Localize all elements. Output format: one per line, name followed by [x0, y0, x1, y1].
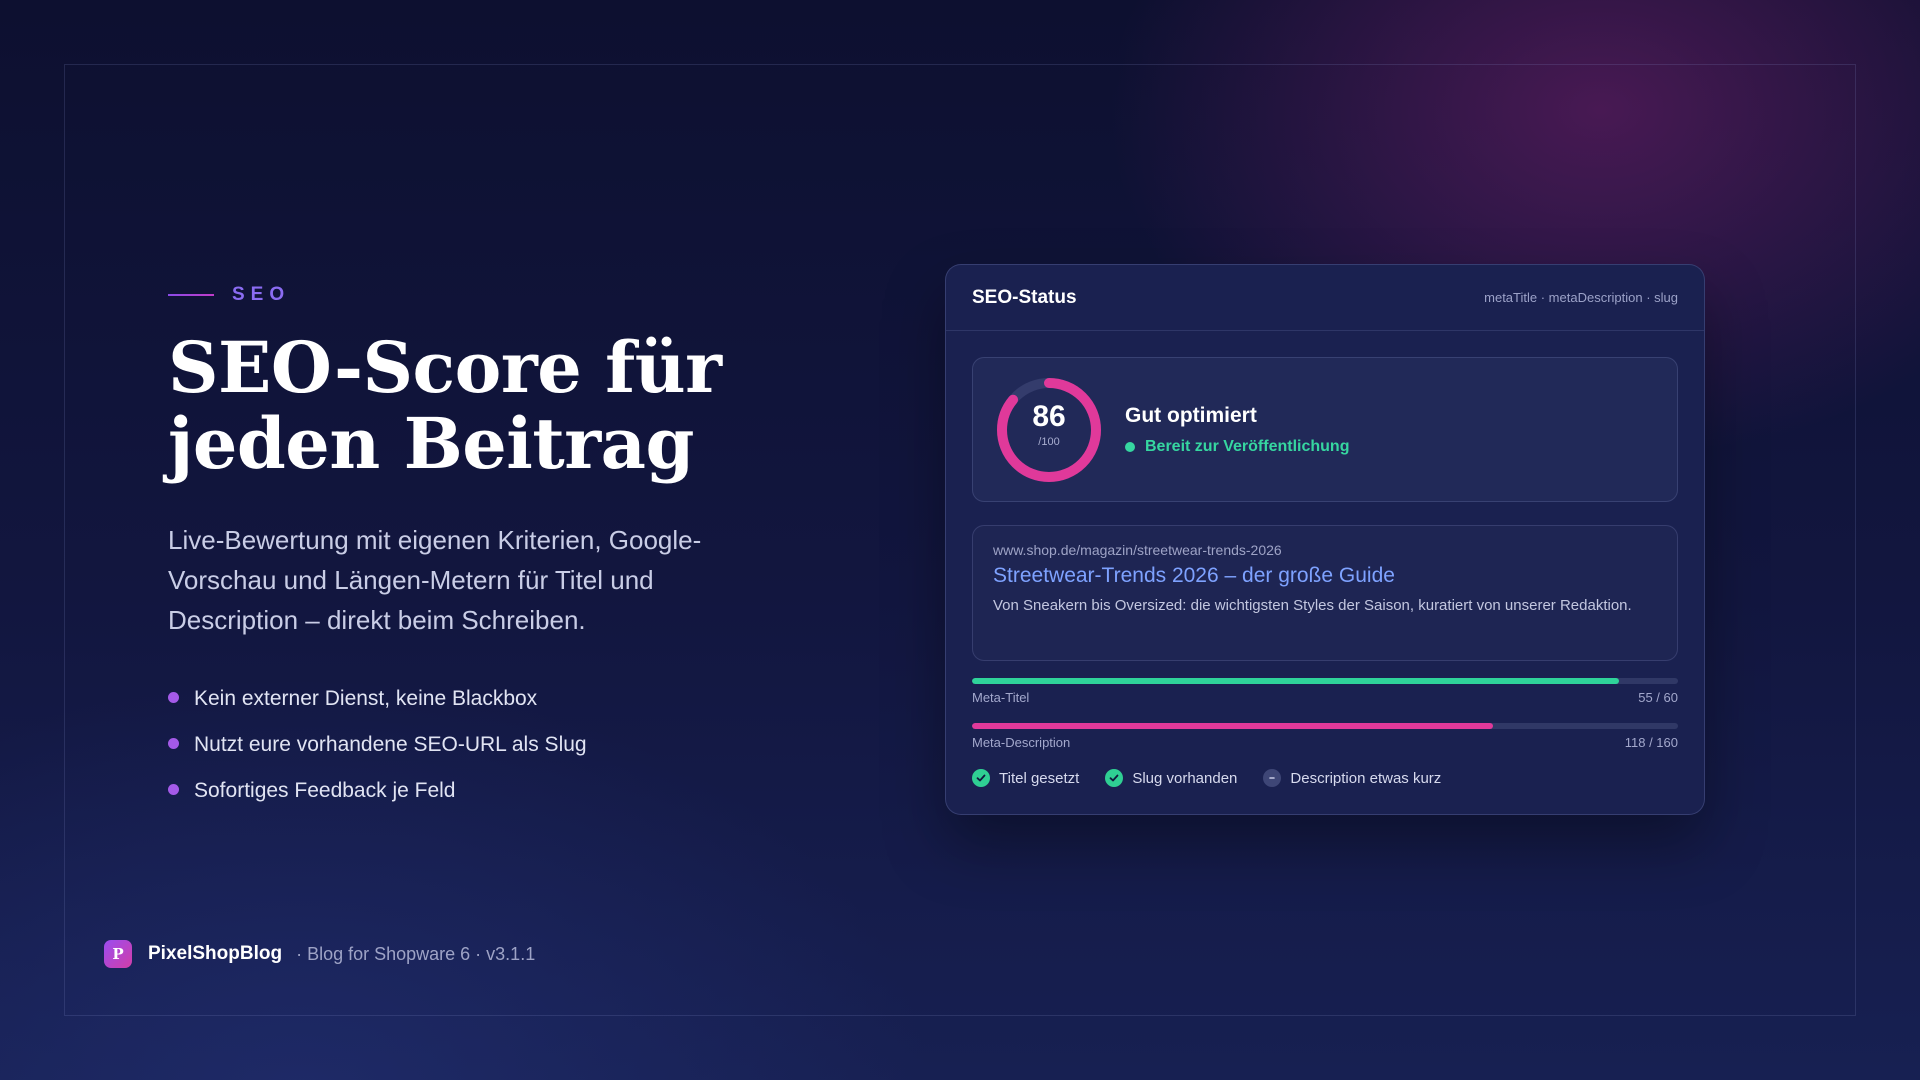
check-label: Description etwas kurz — [1290, 769, 1442, 787]
brand-logo: P — [104, 940, 132, 968]
meter-fill — [972, 723, 1493, 729]
card-title: SEO-Status — [972, 286, 1077, 308]
score-max: /100 — [1038, 436, 1060, 448]
feature-text: Kein externer Dienst, keine Blackbox — [194, 687, 538, 710]
feature-item: Nutzt eure vorhandene SEO-URL als Slug — [168, 722, 587, 768]
card-header: SEO-Status metaTitle · metaDescription ·… — [946, 265, 1704, 331]
section-eyebrow: SEO — [168, 284, 290, 306]
check-item: Titel gesetzt — [972, 769, 1079, 787]
feature-text: Nutzt eure vorhandene SEO-URL als Slug — [194, 733, 587, 756]
brand-footer: P PixelShopBlog · Blog for Shopware 6 · … — [104, 940, 535, 968]
bullet-dot-icon — [168, 783, 179, 795]
feature-text: Sofortiges Feedback je Feld — [194, 779, 456, 802]
status-text: Bereit zur Veröffentlichung — [1145, 438, 1350, 455]
meter-label: Meta-Titel — [972, 690, 1030, 705]
preview-title-link[interactable]: Streetwear-Trends 2026 – der große Guide — [993, 564, 1657, 588]
status-dot-icon — [1125, 442, 1135, 452]
title-line-1: SEO-Score für — [168, 326, 722, 409]
score-value: 86 — [1032, 400, 1066, 433]
meter-count: 55 / 60 — [1638, 690, 1678, 705]
feature-item: Sofortiges Feedback je Feld — [168, 768, 587, 814]
check-label: Titel gesetzt — [999, 769, 1080, 787]
eyebrow-label: SEO — [232, 284, 291, 305]
check-item: Slug vorhanden — [1105, 769, 1237, 787]
meter-label: Meta-Description — [972, 735, 1071, 750]
feature-list: Kein externer Dienst, keine Blackbox Nut… — [168, 676, 587, 814]
meter-count: 118 / 160 — [1624, 735, 1678, 750]
bullet-dot-icon — [168, 737, 179, 749]
google-preview: www.shop.de/magazin/streetwear-trends-20… — [972, 525, 1678, 661]
minus-icon — [1263, 769, 1282, 787]
meter-fill — [972, 678, 1620, 684]
meter-labels: Meta-Titel 55 / 60 — [972, 690, 1678, 705]
seo-status-card: SEO-Status metaTitle · metaDescription ·… — [945, 264, 1705, 815]
meter-track — [972, 723, 1678, 729]
feature-item: Kein externer Dienst, keine Blackbox — [168, 676, 587, 722]
meter-track — [972, 678, 1678, 684]
score-label: Gut optimiert — [1125, 404, 1257, 427]
check-icon — [972, 769, 990, 787]
meta-description-meter: Meta-Description 118 / 160 — [972, 723, 1678, 750]
brand-meta: · Blog for Shopware 6 · v3.1.1 — [296, 943, 536, 964]
preview-description: Von Sneakern bis Oversized: die wichtigs… — [993, 597, 1632, 614]
card-fields: metaTitle · metaDescription · slug — [1484, 290, 1678, 305]
check-icon — [1105, 769, 1124, 787]
title-line-2: jeden Beitrag — [168, 402, 694, 485]
check-list: Titel gesetzt Slug vorhanden Description… — [972, 769, 1467, 787]
check-item: Description etwas kurz — [1263, 769, 1441, 787]
score-panel: 86 /100 Gut optimiert Bereit zur Veröffe… — [972, 357, 1678, 502]
eyebrow-line — [168, 294, 214, 296]
preview-url: www.shop.de/magazin/streetwear-trends-20… — [993, 542, 1282, 558]
subline: Live-Bewertung mit eigenen Kriterien, Go… — [168, 525, 702, 635]
brand-name: PixelShopBlog — [148, 943, 283, 964]
meta-title-meter: Meta-Titel 55 / 60 — [972, 678, 1678, 705]
meter-labels: Meta-Description 118 / 160 — [972, 735, 1678, 750]
check-label: Slug vorhanden — [1132, 769, 1238, 787]
page-title: SEO-Score für jeden Beitrag — [168, 330, 868, 482]
bullet-dot-icon — [168, 691, 179, 703]
status-badge: Bereit zur Veröffentlichung — [1125, 438, 1349, 456]
